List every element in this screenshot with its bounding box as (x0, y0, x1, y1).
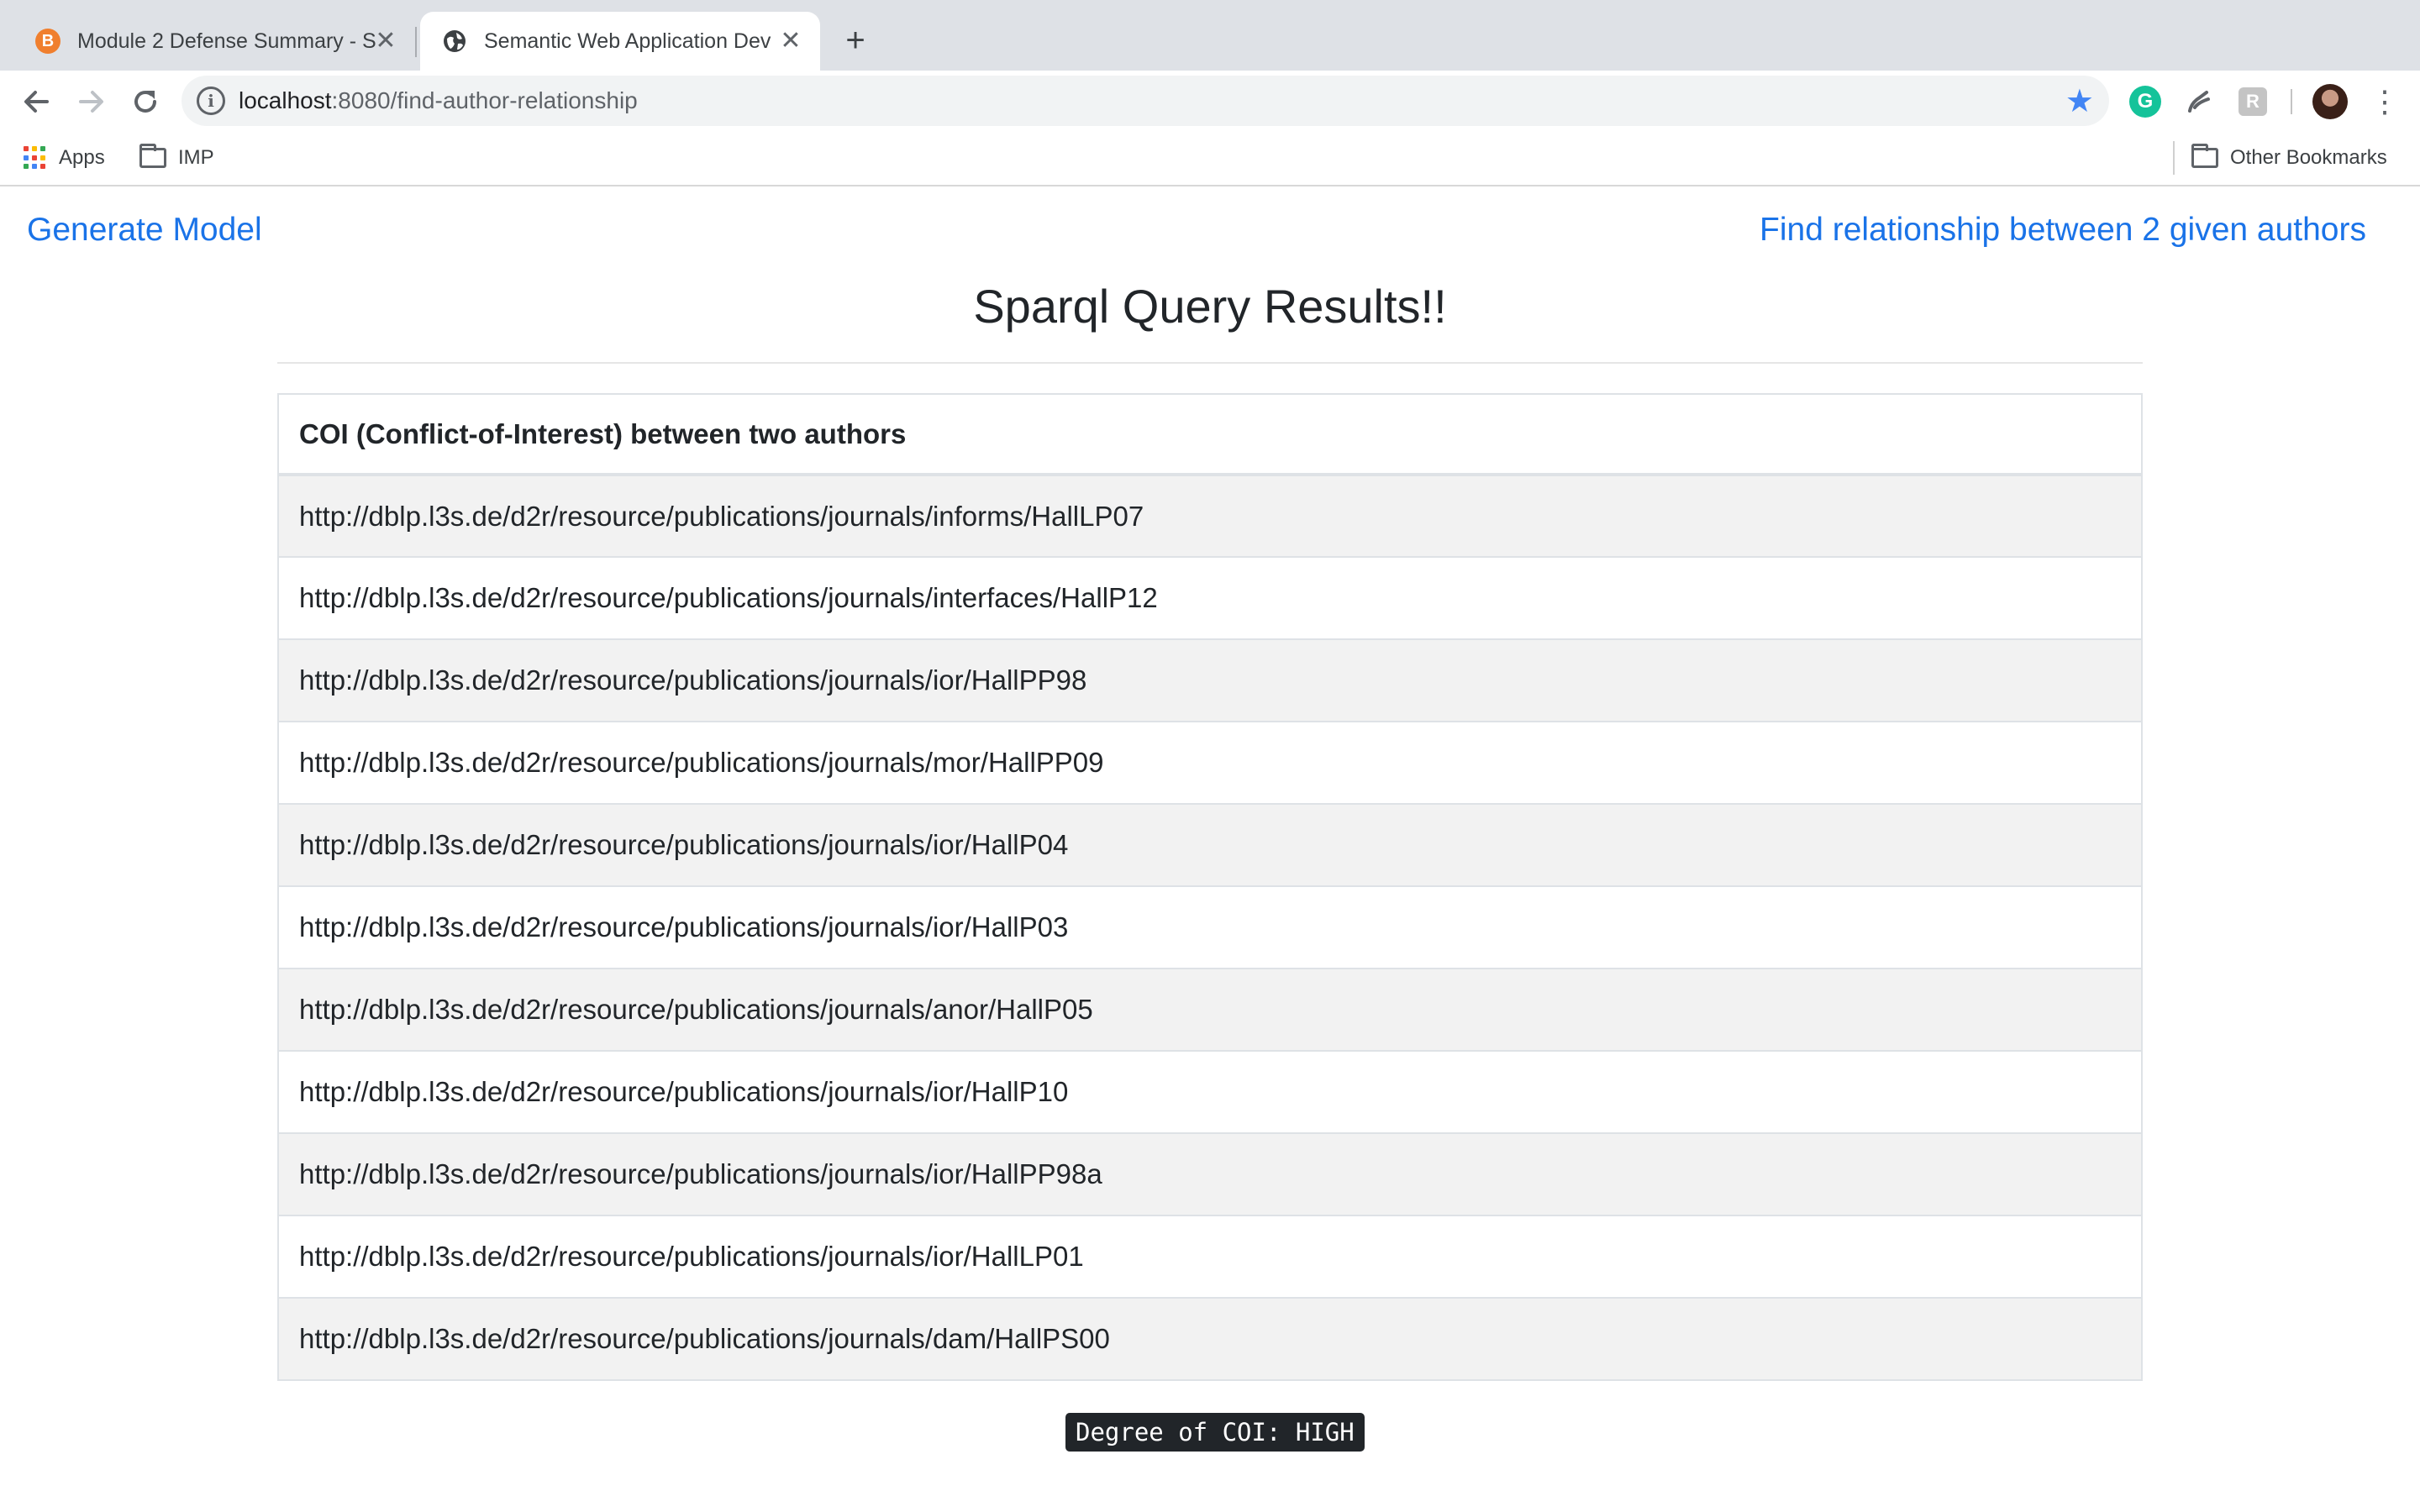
folder-icon (139, 144, 166, 168)
results-table: COI (Conflict-of-Interest) between two a… (277, 393, 2143, 1381)
toolbar-divider (2291, 89, 2292, 114)
title-divider (277, 362, 2143, 364)
table-row: http://dblp.l3s.de/d2r/resource/publicat… (278, 885, 2142, 969)
page-content: Generate Model Find relationship between… (0, 186, 2420, 1512)
bookmark-label: Apps (59, 146, 105, 169)
bookmark-label: IMP (178, 146, 214, 169)
browser-chrome: B Module 2 Defense Summary - S ✕ Semanti… (0, 0, 2420, 186)
table-row: http://dblp.l3s.de/d2r/resource/publicat… (278, 474, 2142, 557)
extension-brush-icon[interactable] (2183, 86, 2215, 118)
bookmark-other-bookmarks[interactable]: Other Bookmarks (2191, 141, 2387, 175)
forward-arrow-icon[interactable] (72, 82, 111, 121)
tab-strip: B Module 2 Defense Summary - S ✕ Semanti… (0, 0, 2420, 71)
profile-avatar[interactable] (2312, 84, 2348, 119)
close-tab-icon[interactable]: ✕ (371, 27, 400, 55)
url-host: localhost (239, 87, 332, 113)
close-tab-icon[interactable]: ✕ (776, 27, 805, 55)
publication-uri-cell: http://dblp.l3s.de/d2r/resource/publicat… (278, 474, 2142, 557)
publication-uri-cell: http://dblp.l3s.de/d2r/resource/publicat… (278, 1050, 2142, 1133)
publication-uri-cell: http://dblp.l3s.de/d2r/resource/publicat… (278, 1132, 2142, 1215)
reload-icon[interactable] (126, 82, 165, 121)
bookmarks-divider (2173, 141, 2175, 175)
browser-toolbar: i localhost:8080/find-author-relationshi… (0, 71, 2420, 133)
publication-uri-cell: http://dblp.l3s.de/d2r/resource/publicat… (278, 968, 2142, 1051)
apps-grid-icon (24, 146, 47, 170)
table-row: http://dblp.l3s.de/d2r/resource/publicat… (278, 1215, 2142, 1298)
folder-icon (2191, 144, 2218, 168)
table-row: http://dblp.l3s.de/d2r/resource/publicat… (278, 1297, 2142, 1380)
table-row: http://dblp.l3s.de/d2r/resource/publicat… (278, 803, 2142, 886)
grammarly-extension-icon[interactable]: G (2129, 86, 2161, 118)
table-row: http://dblp.l3s.de/d2r/resource/publicat… (278, 721, 2142, 804)
bookmark-apps[interactable]: Apps (24, 141, 105, 175)
bookmark-imp[interactable]: IMP (139, 141, 214, 175)
tab-divider (415, 27, 417, 57)
address-bar[interactable]: i localhost:8080/find-author-relationshi… (182, 76, 2109, 126)
tab-module-2-defense-summary[interactable]: B Module 2 Defense Summary - S ✕ (13, 12, 415, 71)
globe-icon (442, 29, 467, 54)
publication-uri-cell: http://dblp.l3s.de/d2r/resource/publicat… (278, 1297, 2142, 1380)
page-title: Sparql Query Results!! (973, 280, 1447, 333)
publication-uri-cell: http://dblp.l3s.de/d2r/resource/publicat… (278, 638, 2142, 722)
column-header-coi: COI (Conflict-of-Interest) between two a… (278, 394, 2142, 476)
tab-title: Module 2 Defense Summary - S (77, 29, 376, 53)
table-row: http://dblp.l3s.de/d2r/resource/publicat… (278, 638, 2142, 722)
back-arrow-icon[interactable] (17, 82, 55, 121)
browser-menu-icon[interactable]: ⋮ (2368, 81, 2402, 123)
tab-semantic-web-application[interactable]: Semantic Web Application Dev ✕ (420, 12, 820, 71)
tab-title: Semantic Web Application Dev (484, 29, 771, 53)
table-row: http://dblp.l3s.de/d2r/resource/publicat… (278, 968, 2142, 1051)
extension-r-icon[interactable]: R (2238, 87, 2267, 116)
coi-degree-badge: Degree of COI: HIGH (1065, 1413, 1365, 1452)
new-tab-button[interactable]: + (837, 22, 874, 59)
table-row: http://dblp.l3s.de/d2r/resource/publicat… (278, 1050, 2142, 1133)
table-row: http://dblp.l3s.de/d2r/resource/publicat… (278, 1132, 2142, 1215)
bookmark-label: Other Bookmarks (2230, 146, 2387, 169)
site-info-icon[interactable]: i (197, 87, 225, 115)
generate-model-link[interactable]: Generate Model (27, 212, 262, 249)
table-header-row: COI (Conflict-of-Interest) between two a… (278, 394, 2142, 476)
publication-uri-cell: http://dblp.l3s.de/d2r/resource/publicat… (278, 1215, 2142, 1298)
url-text[interactable]: localhost:8080/find-author-relationship (239, 87, 638, 114)
bookmarks-bar: Apps IMP Other Bookmarks (0, 133, 2420, 185)
brave-favicon-icon: B (35, 29, 60, 54)
publication-uri-cell: http://dblp.l3s.de/d2r/resource/publicat… (278, 885, 2142, 969)
publication-uri-cell: http://dblp.l3s.de/d2r/resource/publicat… (278, 556, 2142, 639)
publication-uri-cell: http://dblp.l3s.de/d2r/resource/publicat… (278, 721, 2142, 804)
bookmark-star-icon[interactable]: ★ (2065, 82, 2094, 120)
find-relationship-link[interactable]: Find relationship between 2 given author… (1760, 212, 2366, 249)
publication-uri-cell: http://dblp.l3s.de/d2r/resource/publicat… (278, 803, 2142, 886)
table-row: http://dblp.l3s.de/d2r/resource/publicat… (278, 556, 2142, 639)
url-path: :8080/find-author-relationship (331, 87, 638, 113)
